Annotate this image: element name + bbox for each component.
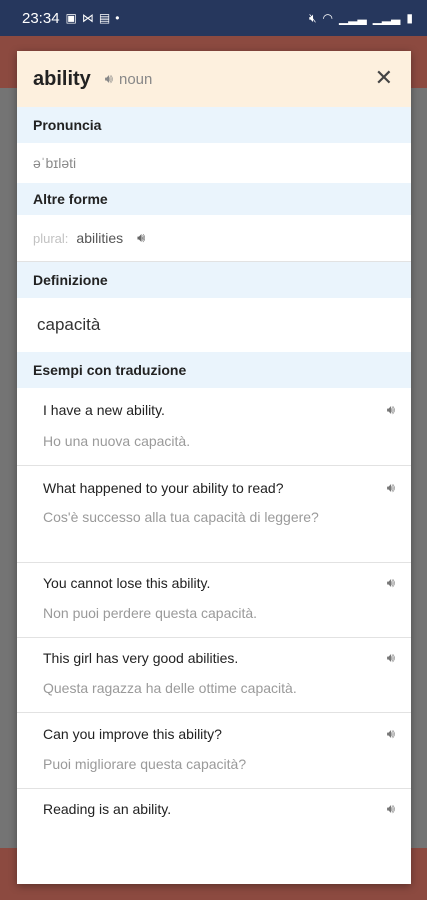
part-of-speech: noun — [119, 70, 153, 88]
speaker-icon[interactable]: 🔊︎ — [387, 650, 395, 666]
pronunciation-header-label: Pronuncia — [33, 117, 102, 133]
speaker-icon[interactable]: 🔊︎ — [387, 801, 395, 817]
speaker-icon[interactable]: 🔊︎ — [387, 480, 395, 496]
card-header: ability 🔊︎ noun ✕ — [17, 51, 411, 107]
examples-header-label: Esempi con traduzione — [33, 362, 187, 378]
definition-row: capacità — [17, 298, 411, 352]
definition-header: Definizione — [17, 262, 411, 298]
forms-header-label: Altre forme — [33, 191, 108, 207]
example-translation: Ho una nuova capacità. — [43, 433, 191, 449]
example-sentence: Can you improve this ability? — [43, 726, 222, 742]
close-icon[interactable]: ✕ — [375, 65, 393, 91]
mute-icon: 🔇︎ — [308, 10, 317, 25]
plural-value: abilities — [76, 230, 124, 246]
signal-icon: ▁▂▃ — [372, 11, 401, 25]
example-sentence: This girl has very good abilities. — [43, 650, 239, 666]
pronunciation-row: əˈbɪləti — [17, 143, 411, 183]
example-translation: Puoi migliorare questa capacità? — [43, 756, 247, 772]
example-translation: Questa ragazza ha delle ottime capacità. — [43, 680, 297, 696]
status-time: 23:34 — [22, 9, 60, 27]
pronunciation-text: əˈbɪləti — [33, 155, 77, 171]
definition-text: capacità — [37, 315, 101, 334]
plural-label: plural: — [33, 230, 69, 246]
speaker-icon[interactable]: 🔊︎ — [387, 402, 395, 418]
pronunciation-header: Pronuncia — [17, 107, 411, 143]
example-translation: Non puoi perdere questa capacità. — [43, 605, 258, 621]
plural-row: plural: abilities 🔊︎ — [17, 215, 411, 261]
speaker-icon[interactable]: 🔊︎ — [387, 575, 395, 591]
example-item[interactable]: I have a new ability. Ho una nuova capac… — [17, 388, 411, 466]
speaker-icon[interactable]: 🔊︎ — [137, 230, 145, 246]
status-bar: 23:34 ▣ ⋈ ▤ • 🔇︎ ◠ ▁▂▃ ▁▂▃ ▮ — [0, 0, 427, 36]
example-sentence: Reading is an ability. — [43, 801, 172, 817]
example-item[interactable]: What happened to your ability to read? C… — [17, 466, 411, 563]
word-title: ability — [33, 67, 91, 90]
document-icon: ▤ — [98, 11, 111, 25]
battery-icon: ▮ — [406, 11, 413, 25]
wifi-icon: ◠ — [322, 11, 334, 25]
signal-icon: ▁▂▃ — [339, 11, 367, 25]
examples-header: Esempi con traduzione — [17, 352, 411, 388]
word-detail-card: ability 🔊︎ noun ✕ Pronuncia əˈbɪləti Alt… — [17, 51, 411, 884]
forms-header: Altre forme — [17, 183, 411, 215]
example-item[interactable]: You cannot lose this ability. Non puoi p… — [17, 563, 411, 638]
example-item[interactable]: Can you improve this ability? Puoi migli… — [17, 713, 411, 789]
speaker-icon[interactable]: 🔊︎ — [105, 71, 113, 87]
example-sentence: What happened to your ability to read? — [43, 480, 284, 496]
dot-icon: • — [115, 11, 120, 25]
speaker-icon[interactable]: 🔊︎ — [387, 726, 395, 742]
example-translation: Cos'è successo alla tua capacità di legg… — [43, 509, 319, 525]
example-sentence: I have a new ability. — [43, 402, 165, 418]
definition-header-label: Definizione — [33, 272, 108, 288]
example-sentence: You cannot lose this ability. — [43, 575, 211, 591]
image-icon: ▣ — [65, 11, 77, 25]
example-item[interactable]: Reading is an ability. 🔊︎ — [17, 789, 411, 849]
mail-icon: ⋈ — [81, 11, 94, 25]
example-item[interactable]: This girl has very good abilities. Quest… — [17, 638, 411, 713]
